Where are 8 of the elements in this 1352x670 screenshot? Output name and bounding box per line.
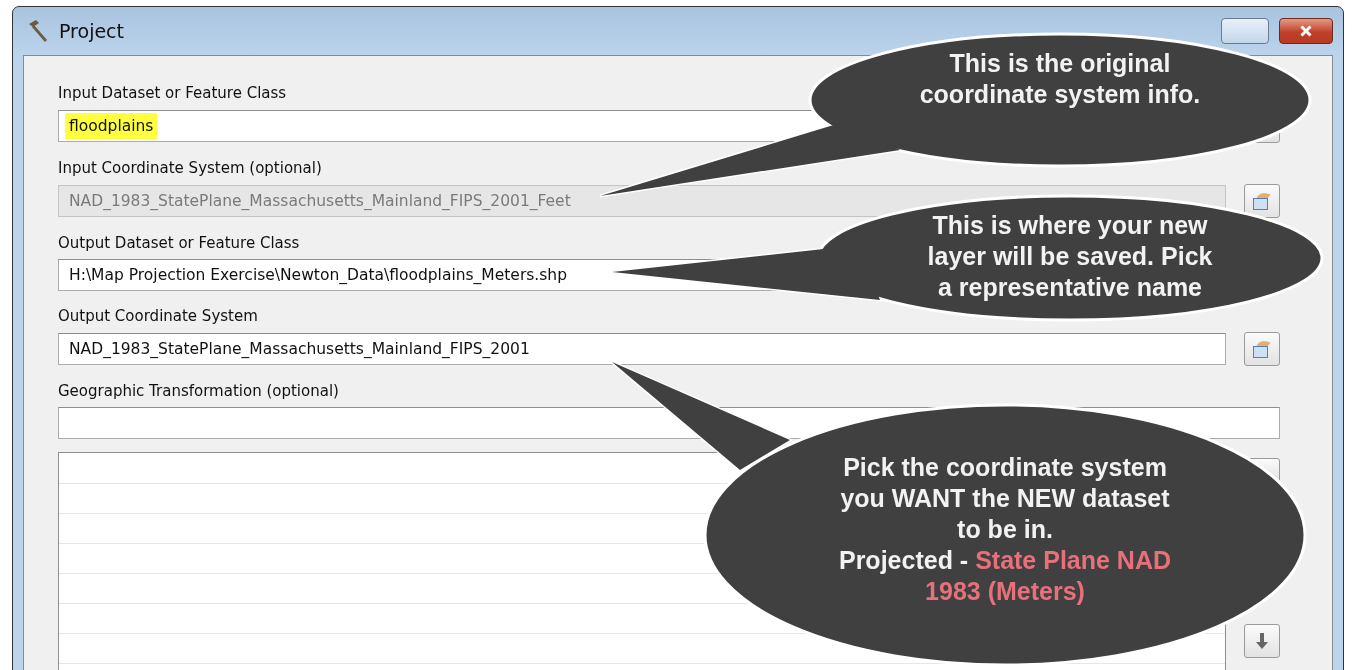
- callout-text: Pick the coordinate system you WANT the NEW dataset to be in. Projected - State Plane NAD 1983 (Meters): [838, 453, 1171, 605]
- field-label: Output Coordinate System: [58, 306, 258, 326]
- field-label: Input Coordinate System (optional): [58, 158, 322, 178]
- callout-text: This is the original coordinate system info.: [919, 49, 1201, 108]
- field-label: Output Dataset or Feature Class: [58, 233, 300, 253]
- field-label: Input Dataset or Feature Class: [58, 83, 287, 103]
- field-label: Geographic Transformation (optional): [58, 381, 339, 401]
- window-title: Project: [59, 20, 124, 42]
